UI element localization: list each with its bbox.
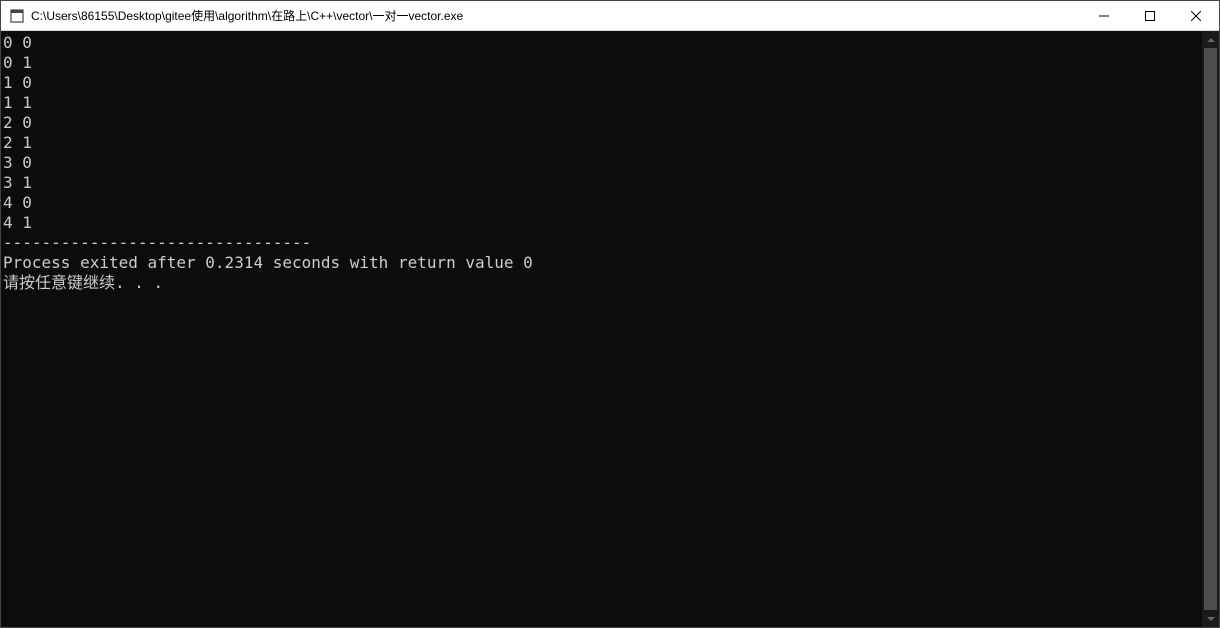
console-line: 4 1	[3, 213, 1202, 233]
titlebar: C:\Users\86155\Desktop\gitee使用\algorithm…	[1, 1, 1219, 31]
console-line: 请按任意键继续. . .	[3, 273, 1202, 293]
scroll-down-arrow[interactable]	[1202, 610, 1219, 627]
console-window: C:\Users\86155\Desktop\gitee使用\algorithm…	[0, 0, 1220, 628]
console-line: 4 0	[3, 193, 1202, 213]
console-line: 1 1	[3, 93, 1202, 113]
app-icon	[9, 8, 25, 24]
console-line: 0 0	[3, 33, 1202, 53]
console-area: 0 00 11 01 12 02 13 03 14 04 1----------…	[1, 31, 1219, 627]
scroll-thumb[interactable]	[1204, 48, 1217, 610]
close-button[interactable]	[1173, 1, 1219, 30]
console-line: 2 1	[3, 133, 1202, 153]
window-controls	[1081, 1, 1219, 30]
scroll-track[interactable]	[1202, 48, 1219, 610]
console-line: --------------------------------	[3, 233, 1202, 253]
minimize-button[interactable]	[1081, 1, 1127, 30]
console-output[interactable]: 0 00 11 01 12 02 13 03 14 04 1----------…	[1, 31, 1202, 627]
console-line: 1 0	[3, 73, 1202, 93]
console-line: 0 1	[3, 53, 1202, 73]
vertical-scrollbar[interactable]	[1202, 31, 1219, 627]
window-title: C:\Users\86155\Desktop\gitee使用\algorithm…	[31, 7, 1081, 24]
console-line: Process exited after 0.2314 seconds with…	[3, 253, 1202, 273]
console-line: 3 0	[3, 153, 1202, 173]
console-line: 2 0	[3, 113, 1202, 133]
console-line: 3 1	[3, 173, 1202, 193]
maximize-button[interactable]	[1127, 1, 1173, 30]
scroll-up-arrow[interactable]	[1202, 31, 1219, 48]
